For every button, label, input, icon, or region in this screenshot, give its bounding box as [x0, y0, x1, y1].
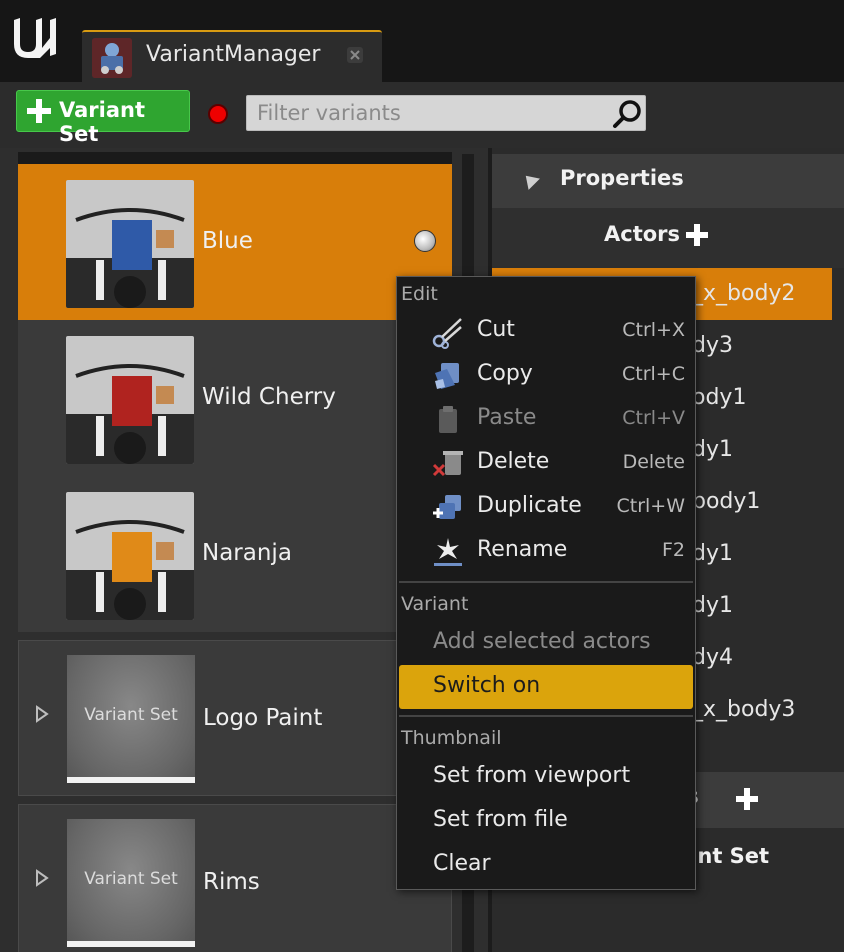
menu-separator: [399, 715, 693, 717]
menu-item-rename[interactable]: Rename F2: [397, 529, 695, 573]
menu-item-copy[interactable]: Copy Ctrl+C: [397, 353, 695, 397]
menu-label: Set from viewport: [433, 763, 631, 788]
menu-label: Cut: [477, 317, 515, 342]
close-icon[interactable]: [346, 46, 364, 64]
menu-label: Set from file: [433, 807, 568, 832]
variant-set-rims[interactable]: Variant Set Rims: [18, 804, 452, 952]
variant-label: Wild Cherry: [202, 384, 336, 410]
variant-set-thumbnail: Variant Set: [67, 655, 195, 783]
variant-thumbnail-blue: [66, 180, 194, 308]
expand-arrow-icon[interactable]: [35, 705, 49, 723]
variant-row-blue[interactable]: Blue: [18, 164, 452, 320]
menu-item-add-selected-actors[interactable]: Add selected actors: [397, 621, 695, 665]
menu-label: Rename: [477, 537, 568, 562]
menu-label: Paste: [477, 405, 537, 430]
switch-on-radio-icon[interactable]: [414, 230, 436, 252]
variant-set-thumb-label: Variant Set: [84, 705, 178, 725]
unreal-logo-icon[interactable]: [10, 14, 60, 60]
add-variant-set-button[interactable]: Variant Set: [16, 90, 190, 146]
menu-label: Switch on: [433, 673, 541, 698]
menu-separator: [399, 581, 693, 583]
variant-label: Naranja: [202, 540, 292, 566]
variant-set-label: Logo Paint: [203, 705, 323, 731]
menu-section-thumbnail: Thumbnail: [401, 727, 502, 749]
menu-section-edit: Edit: [401, 283, 438, 305]
variant-thumbnail-wild-cherry: [66, 336, 194, 464]
plus-icon: [27, 99, 51, 123]
tab-variant-manager[interactable]: VariantManager: [82, 30, 382, 82]
properties-header[interactable]: Properties: [492, 154, 844, 208]
record-indicator-icon[interactable]: [208, 104, 228, 124]
delete-icon: [432, 451, 463, 477]
menu-item-switch-on[interactable]: Switch on: [399, 665, 693, 709]
tab-title: VariantManager: [146, 42, 321, 67]
variant-thumbnail-naranja: [66, 492, 194, 620]
menu-item-set-from-file[interactable]: Set from file: [397, 799, 695, 843]
variant-set-logo-paint[interactable]: Variant Set Logo Paint: [18, 640, 452, 796]
menu-label: Duplicate: [477, 493, 582, 518]
variant-label: Blue: [202, 228, 253, 254]
menu-label: Clear: [433, 851, 491, 876]
variant-row-wild-cherry[interactable]: Wild Cherry: [18, 320, 452, 476]
thumbnail-underline: [67, 777, 195, 783]
variant-set-thumb-label: Variant Set: [84, 869, 178, 889]
variant-set-label: Rims: [203, 869, 260, 895]
variant-row-naranja[interactable]: Naranja: [18, 476, 452, 632]
thumbnail-underline: [67, 941, 195, 947]
actors-title: Actors: [604, 222, 681, 246]
properties-title: Properties: [560, 166, 684, 190]
menu-shortcut: F2: [661, 539, 685, 561]
copy-icon: [435, 363, 459, 389]
menu-item-duplicate[interactable]: Duplicate Ctrl+W: [397, 485, 695, 529]
toolbar: Variant Set: [0, 82, 844, 148]
menu-label: Add selected actors: [433, 629, 651, 654]
menu-shortcut: Ctrl+X: [622, 319, 685, 341]
variant-set-thumbnail: Variant Set: [67, 819, 195, 947]
menu-section-variant: Variant: [401, 593, 469, 615]
list-header-bar: [18, 152, 452, 164]
scissors-icon: [432, 318, 462, 349]
variant-manager-icon: [92, 38, 132, 78]
collapse-triangle-icon[interactable]: [520, 170, 540, 190]
menu-shortcut: Ctrl+W: [616, 495, 685, 517]
context-menu: Edit Cut Ctrl+X Copy Ctrl+C Paste Ctrl+V: [396, 276, 696, 890]
actors-section: Actors: [492, 208, 844, 268]
menu-shortcut: Delete: [622, 451, 685, 473]
menu-item-set-from-viewport[interactable]: Set from viewport: [397, 755, 695, 799]
menu-shortcut: Ctrl+V: [622, 407, 685, 429]
expand-arrow-icon[interactable]: [35, 869, 49, 887]
add-actor-plus-icon[interactable]: [686, 224, 708, 246]
duplicate-icon: [433, 495, 461, 519]
menu-shortcut: Ctrl+C: [622, 363, 685, 385]
menu-item-paste[interactable]: Paste Ctrl+V: [397, 397, 695, 441]
search-icon[interactable]: [612, 98, 644, 130]
menu-label: Copy: [477, 361, 533, 386]
add-property-plus-icon[interactable]: [736, 788, 758, 810]
menu-label: Delete: [477, 449, 550, 474]
rename-icon: [434, 538, 462, 566]
title-bar: VariantManager: [0, 0, 844, 82]
menu-item-clear[interactable]: Clear: [397, 843, 695, 887]
menu-item-delete[interactable]: Delete Delete: [397, 441, 695, 485]
add-variant-set-label: Variant Set: [59, 98, 145, 146]
menu-item-cut[interactable]: Cut Ctrl+X: [397, 309, 695, 353]
filter-variants-input[interactable]: [246, 95, 646, 131]
paste-icon: [439, 406, 457, 433]
